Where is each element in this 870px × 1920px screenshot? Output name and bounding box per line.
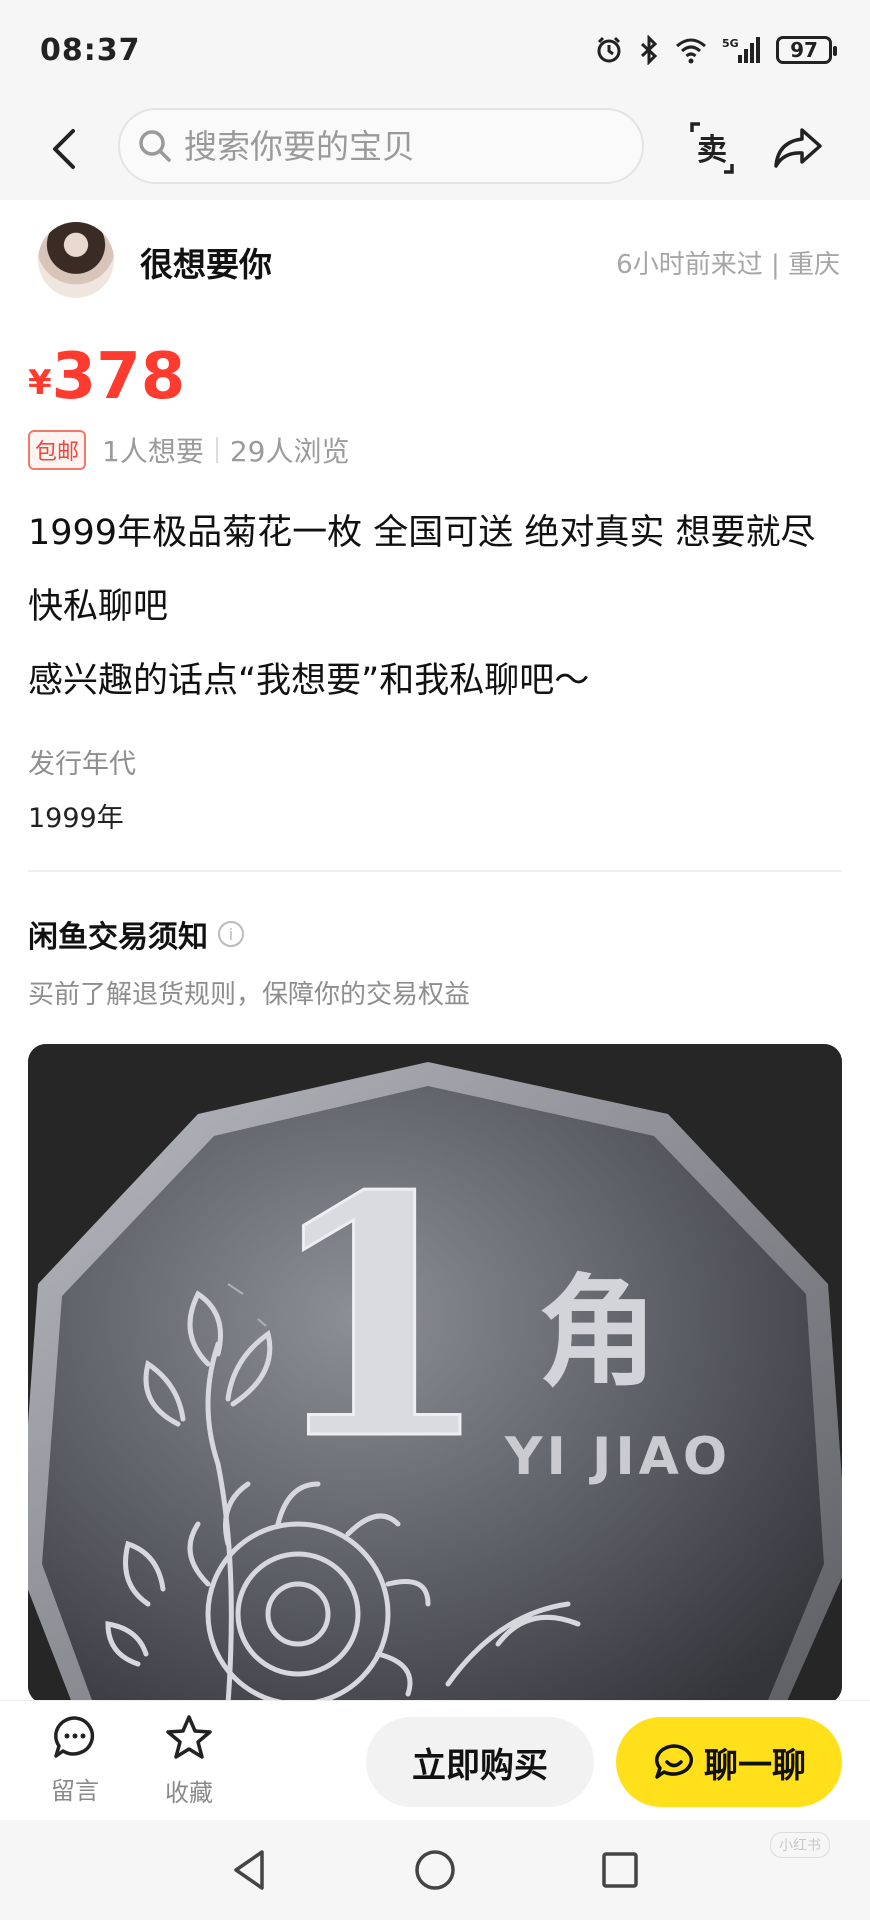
nav-home-button[interactable] (411, 1846, 459, 1894)
free-shipping-badge: 包邮 (28, 430, 87, 470)
status-icons: 5G 97 (594, 35, 837, 65)
info-icon[interactable]: i (218, 921, 244, 947)
price-amount: 378 (51, 340, 186, 414)
view-count: 29人浏览 (229, 435, 350, 468)
system-nav-bar (0, 1820, 870, 1920)
search-input[interactable] (184, 126, 604, 166)
signal-icon: 5G (722, 37, 760, 63)
alarm-icon (597, 36, 621, 63)
seller-row[interactable]: 很想要你 6小时前来过 | 重庆 (0, 210, 870, 310)
nav-recents-icon (602, 1852, 638, 1888)
sell-label: 卖 (697, 133, 727, 168)
bottom-action-bar: 留言 收藏 立即购买 聊一聊 (0, 1700, 870, 1820)
status-time: 08:37 (40, 32, 141, 68)
trade-notice-subtitle: 买前了解退货规则，保障你的交易权益 (28, 980, 471, 1010)
chat-label: 聊一聊 (704, 1745, 806, 1786)
favorite-button[interactable]: 收藏 (144, 1713, 234, 1808)
sell-button[interactable]: 卖 (686, 118, 738, 178)
favorite-label: 收藏 (165, 1779, 213, 1807)
trade-notice-label: 闲鱼交易须知 (28, 920, 208, 955)
nav-back-icon (234, 1850, 264, 1890)
product-description: 感兴趣的话点“我想要”和我私聊吧～ (28, 661, 590, 701)
wifi-icon (676, 38, 706, 64)
coin-image: 1 角 YI JIAO (28, 1044, 842, 1704)
bluetooth-icon (640, 35, 658, 65)
product-image[interactable]: 1 角 YI JIAO (28, 1044, 842, 1704)
nav-recents-button[interactable] (596, 1846, 644, 1894)
search-icon (139, 130, 171, 162)
battery-indicator: 97 (776, 36, 837, 64)
coin-pinyin: YI JIAO (504, 1427, 731, 1487)
nav-back-button[interactable] (226, 1846, 274, 1894)
product-title: 1999年极品菊花一枚 全国可送 绝对真实 想要就尽快私聊吧 (28, 513, 816, 627)
status-bar: 08:37 5G 97 (0, 0, 870, 100)
chat-bubble-icon (655, 1744, 693, 1779)
attribute-label: 发行年代 (28, 749, 136, 780)
comment-label: 留言 (51, 1777, 99, 1805)
share-button[interactable] (770, 120, 826, 176)
network-type: 5G (722, 37, 739, 50)
back-button[interactable] (44, 124, 84, 174)
coin-unit: 角 (538, 1264, 658, 1403)
avatar[interactable] (38, 222, 114, 298)
top-nav: 卖 (0, 100, 870, 200)
currency-symbol: ¥ (28, 363, 52, 403)
share-icon (774, 128, 822, 168)
seller-name[interactable]: 很想要你 (140, 238, 272, 286)
battery-level: 97 (790, 38, 818, 62)
stats-row: 包邮 1人想要 29人浏览 (28, 430, 349, 470)
coin-denomination: 1 (263, 1124, 493, 1512)
price: ¥378 (28, 340, 185, 414)
stats-divider (215, 437, 218, 463)
want-count: 1人想要 (102, 435, 204, 468)
divider (28, 870, 842, 872)
star-icon (166, 1715, 212, 1759)
attribute-value: 1999年 (28, 803, 124, 834)
watermark: 小红书 (770, 1832, 830, 1858)
comment-button[interactable]: 留言 (30, 1713, 120, 1806)
comment-icon (54, 1716, 95, 1758)
trade-notice-title[interactable]: 闲鱼交易须知 i (28, 912, 244, 956)
seller-last-seen: 6小时前来过 | 重庆 (616, 250, 840, 280)
sell-icon: 卖 (690, 122, 734, 174)
nav-home-icon (415, 1850, 455, 1890)
buy-now-button[interactable]: 立即购买 (366, 1717, 594, 1807)
chat-button[interactable]: 聊一聊 (616, 1717, 842, 1807)
back-icon (53, 129, 75, 169)
search-bar[interactable] (118, 108, 644, 184)
